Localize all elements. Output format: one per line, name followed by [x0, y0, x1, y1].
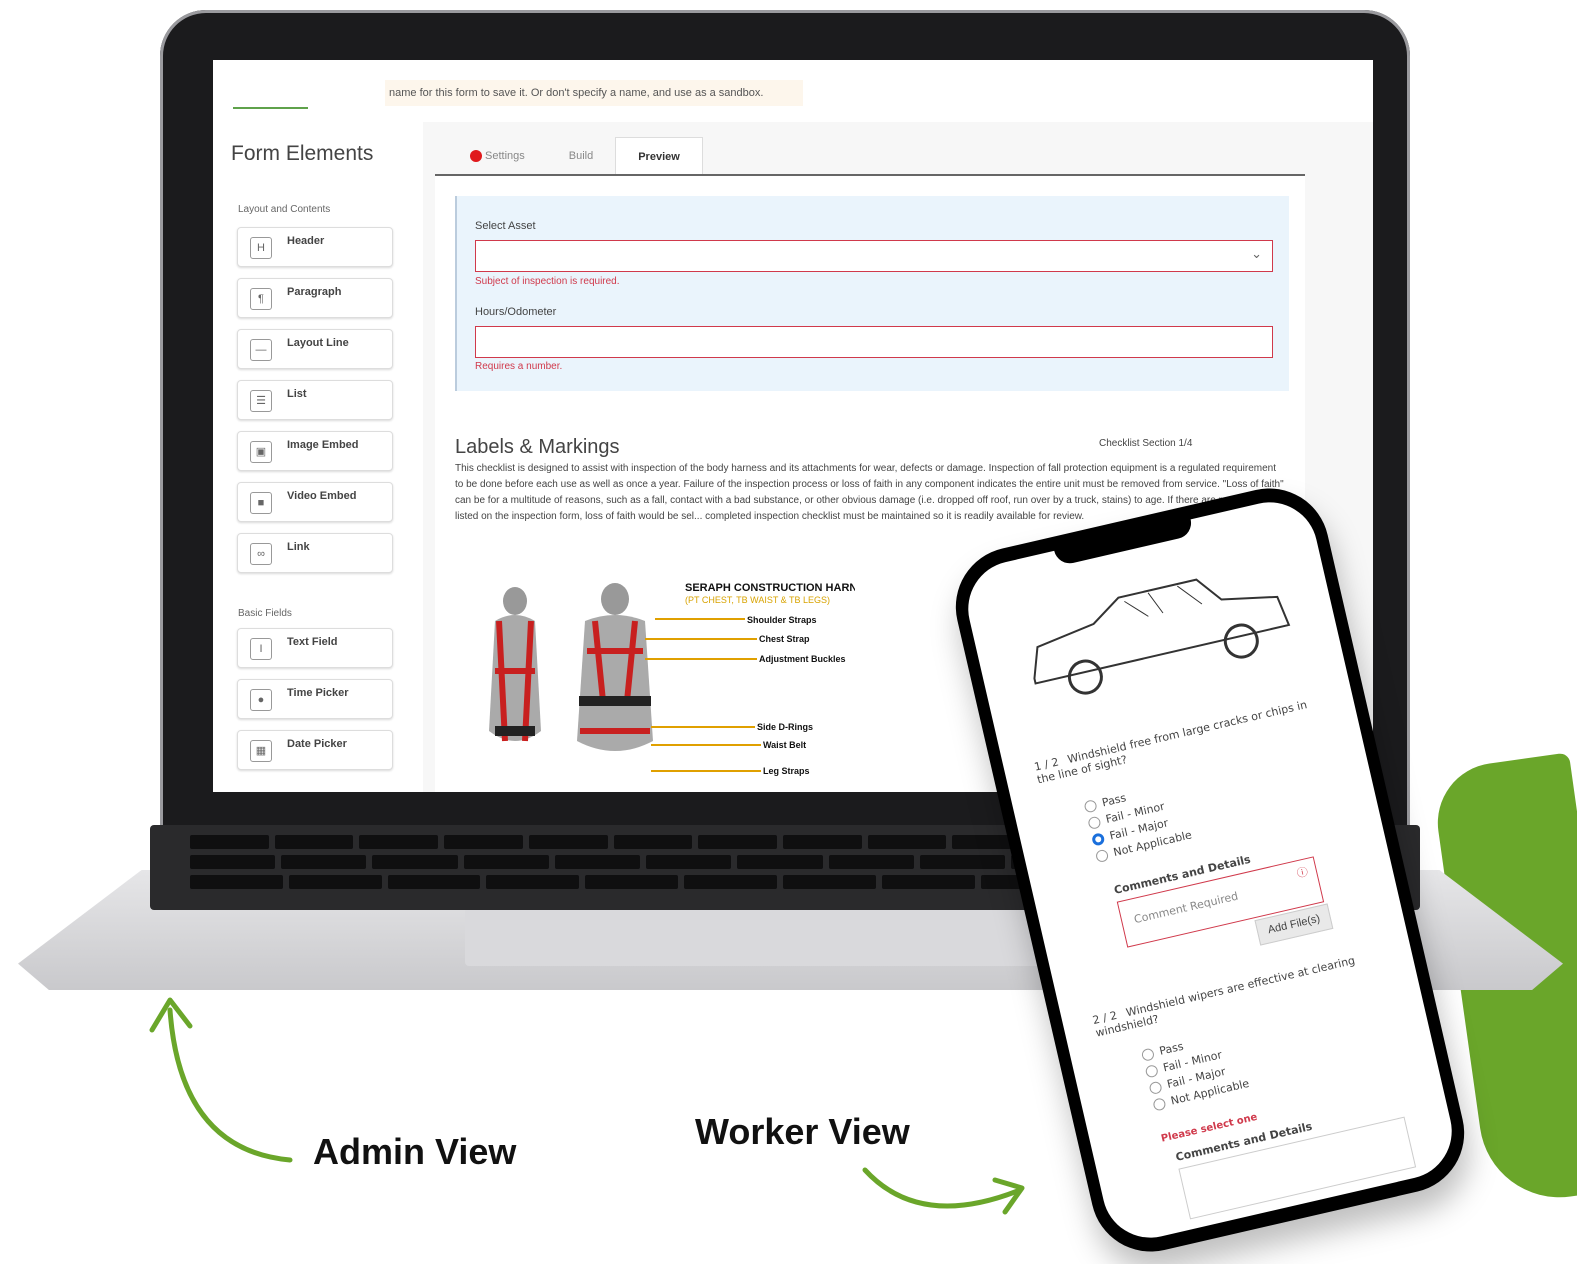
calendar-icon: ▦ [250, 740, 272, 762]
line-icon: — [250, 339, 272, 361]
radio-icon [1152, 1097, 1167, 1112]
tab-settings[interactable]: Settings [448, 137, 547, 175]
radio-icon [1094, 848, 1110, 864]
tab-build[interactable]: Build [547, 137, 615, 175]
link-icon: ∞ [250, 543, 272, 565]
list-icon: ☰ [250, 390, 272, 412]
option-label: Pass [1100, 791, 1128, 810]
harness-part-label: Waist Belt [763, 740, 806, 750]
section-label-layout: Layout and Contents [238, 204, 331, 215]
harness-part-label: Shoulder Straps [747, 615, 817, 625]
element-label: Image Embed [287, 439, 359, 451]
harness-part-label: Side D-Rings [757, 722, 813, 732]
element-layout-line[interactable]: — Layout Line [237, 329, 393, 369]
radio-icon [1083, 799, 1098, 814]
harness-part-label: Chest Strap [759, 634, 810, 644]
select-asset-dropdown[interactable]: ⌄ [475, 240, 1273, 272]
option-label: Pass [1158, 1039, 1185, 1058]
form-elements-sidebar: Form Elements Layout and Contents H Heade… [213, 122, 424, 792]
labels-markings-title: Labels & Markings [455, 436, 620, 458]
header-icon: H [250, 237, 272, 259]
element-image-embed[interactable]: ▣ Image Embed [237, 431, 393, 471]
curved-arrow-icon [862, 1167, 1025, 1215]
question-1-options: Pass Fail - Minor Fail - Major Not Appli… [1083, 779, 1194, 867]
question-text: Windshield wipers are effective at clear… [1094, 953, 1357, 1040]
admin-view-caption: Admin View [313, 1131, 517, 1172]
alert-icon: ⓘ [1295, 865, 1310, 881]
radio-icon [1148, 1080, 1163, 1096]
comment-placeholder: Comment Required [1132, 889, 1240, 927]
radio-icon [1144, 1064, 1159, 1079]
radio-icon [1087, 815, 1102, 830]
element-label: Paragraph [287, 286, 342, 298]
curved-arrow-icon [149, 997, 293, 1163]
text-cursor-icon: I [250, 638, 272, 660]
worker-view-caption: Worker View [695, 1111, 910, 1152]
element-link[interactable]: ∞ Link [237, 533, 393, 573]
hours-input[interactable] [475, 326, 1273, 358]
element-video-embed[interactable]: ■ Video Embed [237, 482, 393, 522]
topbar-accent [233, 107, 308, 109]
harness-part-label: Adjustment Buckles [759, 654, 846, 664]
laptop-trackpad [465, 908, 1105, 966]
element-label: Text Field [287, 636, 338, 648]
asset-section: Select Asset ⌄ Subject of inspection is … [455, 196, 1289, 391]
select-asset-error: Subject of inspection is required. [475, 276, 620, 287]
harness-title: SERAPH CONSTRUCTION HARNESS [685, 582, 855, 594]
harness-subtitle: (PT CHEST, TB WAIST & TB LEGS) [685, 595, 830, 605]
element-label: Time Picker [287, 687, 349, 699]
element-label: Video Embed [287, 490, 357, 502]
image-icon: ▣ [250, 441, 272, 463]
chevron-down-icon: ⌄ [1251, 246, 1262, 261]
error-dot-icon [470, 150, 482, 163]
section-label-basic: Basic Fields [238, 608, 292, 619]
sidebar-title: Form Elements [231, 142, 374, 165]
element-list[interactable]: ☰ List [237, 380, 393, 420]
clock-icon: ● [250, 689, 272, 711]
question-text: Windshield free from large cracks or chi… [1035, 698, 1309, 787]
tab-preview[interactable]: Preview [615, 137, 703, 175]
video-icon: ■ [250, 492, 272, 514]
element-header[interactable]: H Header [237, 227, 393, 267]
harness-diagram: SERAPH CONSTRUCTION HARNESS (PT CHEST, T… [489, 582, 855, 776]
element-label: Header [287, 235, 325, 247]
element-text-field[interactable]: I Text Field [237, 628, 393, 668]
builder-tabs: Settings Build Preview [448, 137, 703, 175]
sandbox-notice: name for this form to save it. Or don't … [385, 80, 803, 106]
tab-label: Settings [485, 150, 525, 162]
element-label: List [287, 388, 307, 400]
radio-icon [1140, 1047, 1156, 1062]
question-2: 2 / 2 Windshield wipers are effective at… [1091, 947, 1389, 1040]
element-label: Date Picker [287, 738, 347, 750]
paragraph-icon: ¶ [250, 288, 272, 310]
hours-error: Requires a number. [475, 361, 563, 372]
harness-part-label: Leg Straps [763, 766, 810, 776]
checklist-section-indicator: Checklist Section 1/4 [1099, 438, 1193, 449]
truck-illustration [1033, 578, 1291, 695]
hours-label: Hours/Odometer [475, 306, 557, 318]
element-date-picker[interactable]: ▦ Date Picker [237, 730, 393, 770]
element-label: Layout Line [287, 337, 349, 349]
element-paragraph[interactable]: ¶ Paragraph [237, 278, 393, 318]
radio-selected-icon [1091, 832, 1106, 847]
select-asset-label: Select Asset [475, 220, 536, 232]
question-2-options: Pass Fail - Minor Fail - Major Not Appli… [1140, 1027, 1252, 1115]
element-label: Link [287, 541, 310, 553]
element-time-picker[interactable]: ● Time Picker [237, 679, 393, 719]
